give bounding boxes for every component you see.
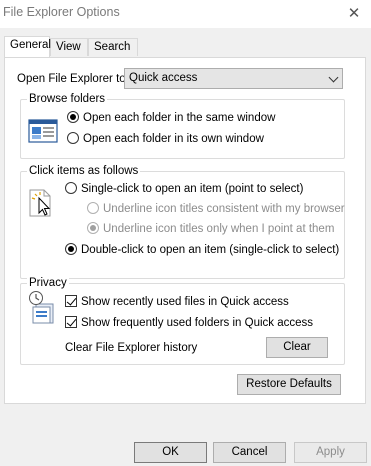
tab-view[interactable]: View (50, 38, 88, 56)
clear-history-label: Clear File Explorer history (65, 342, 198, 354)
window-icon (28, 119, 58, 143)
radio-double-click-label: Double-click to open an item (single-cli… (81, 244, 340, 256)
radio-own-window-label: Open each folder in its own window (83, 133, 264, 145)
radio-button[interactable] (65, 182, 77, 194)
radio-button[interactable] (87, 222, 99, 234)
radio-double-click[interactable]: Double-click to open an item (single-cli… (65, 243, 339, 257)
radio-button[interactable] (67, 111, 79, 123)
radio-own-window[interactable]: Open each folder in its own window (67, 132, 264, 146)
radio-underline-point[interactable]: Underline icon titles only when I point … (87, 222, 334, 236)
open-explorer-value: Quick access (129, 72, 198, 84)
browse-folders-group: Browse folders Open each folder in the s… (20, 92, 345, 159)
checkbox[interactable] (65, 316, 77, 328)
radio-button[interactable] (65, 243, 77, 255)
radio-underline-point-label: Underline icon titles only when I point … (103, 223, 335, 235)
radio-underline-browser[interactable]: Underline icon titles consistent with my… (87, 202, 345, 216)
privacy-files-icon (29, 291, 54, 324)
check-recent-files[interactable]: Show recently used files in Quick access (65, 295, 289, 309)
tab-general[interactable]: General (4, 36, 51, 57)
privacy-group: Privacy Show recently used files in Quic… (20, 276, 345, 365)
pointer-click-icon (29, 189, 51, 217)
radio-button[interactable] (67, 132, 79, 144)
browse-folders-label: Browse folders (27, 92, 108, 106)
check-frequent-folders[interactable]: Show frequently used folders in Quick ac… (65, 316, 313, 330)
privacy-label: Privacy (27, 276, 69, 290)
radio-same-window[interactable]: Open each folder in the same window (67, 111, 275, 125)
radio-single-click-label: Single-click to open an item (point to s… (81, 183, 304, 195)
apply-button[interactable]: Apply (294, 442, 367, 463)
tab-search[interactable]: Search (88, 38, 138, 56)
close-button[interactable]: ✕ (341, 2, 367, 24)
radio-same-window-label: Open each folder in the same window (83, 112, 276, 124)
check-frequent-folders-label: Show frequently used folders in Quick ac… (81, 317, 314, 329)
radio-button[interactable] (87, 202, 99, 214)
window-title: File Explorer Options (3, 5, 120, 19)
chevron-down-icon (328, 72, 339, 83)
clear-button[interactable]: Clear (266, 337, 328, 358)
radio-single-click[interactable]: Single-click to open an item (point to s… (65, 182, 303, 196)
cancel-button[interactable]: Cancel (213, 442, 286, 463)
open-explorer-label: Open File Explorer to: (17, 73, 129, 85)
dialog-footer: OK Cancel Apply (0, 410, 371, 466)
click-items-group: Click items as follows Single-click to o… (20, 164, 345, 279)
dialog-body: General View Search Open File Explorer t… (0, 28, 371, 466)
checkbox[interactable] (65, 295, 77, 307)
ok-button[interactable]: OK (134, 442, 207, 463)
radio-underline-browser-label: Underline icon titles consistent with my… (103, 203, 345, 215)
check-recent-files-label: Show recently used files in Quick access (81, 296, 289, 308)
restore-defaults-button[interactable]: Restore Defaults (237, 374, 341, 395)
open-explorer-dropdown[interactable]: Quick access (124, 68, 343, 89)
click-items-label: Click items as follows (27, 164, 141, 178)
title-bar: File Explorer Options ✕ (0, 0, 371, 28)
